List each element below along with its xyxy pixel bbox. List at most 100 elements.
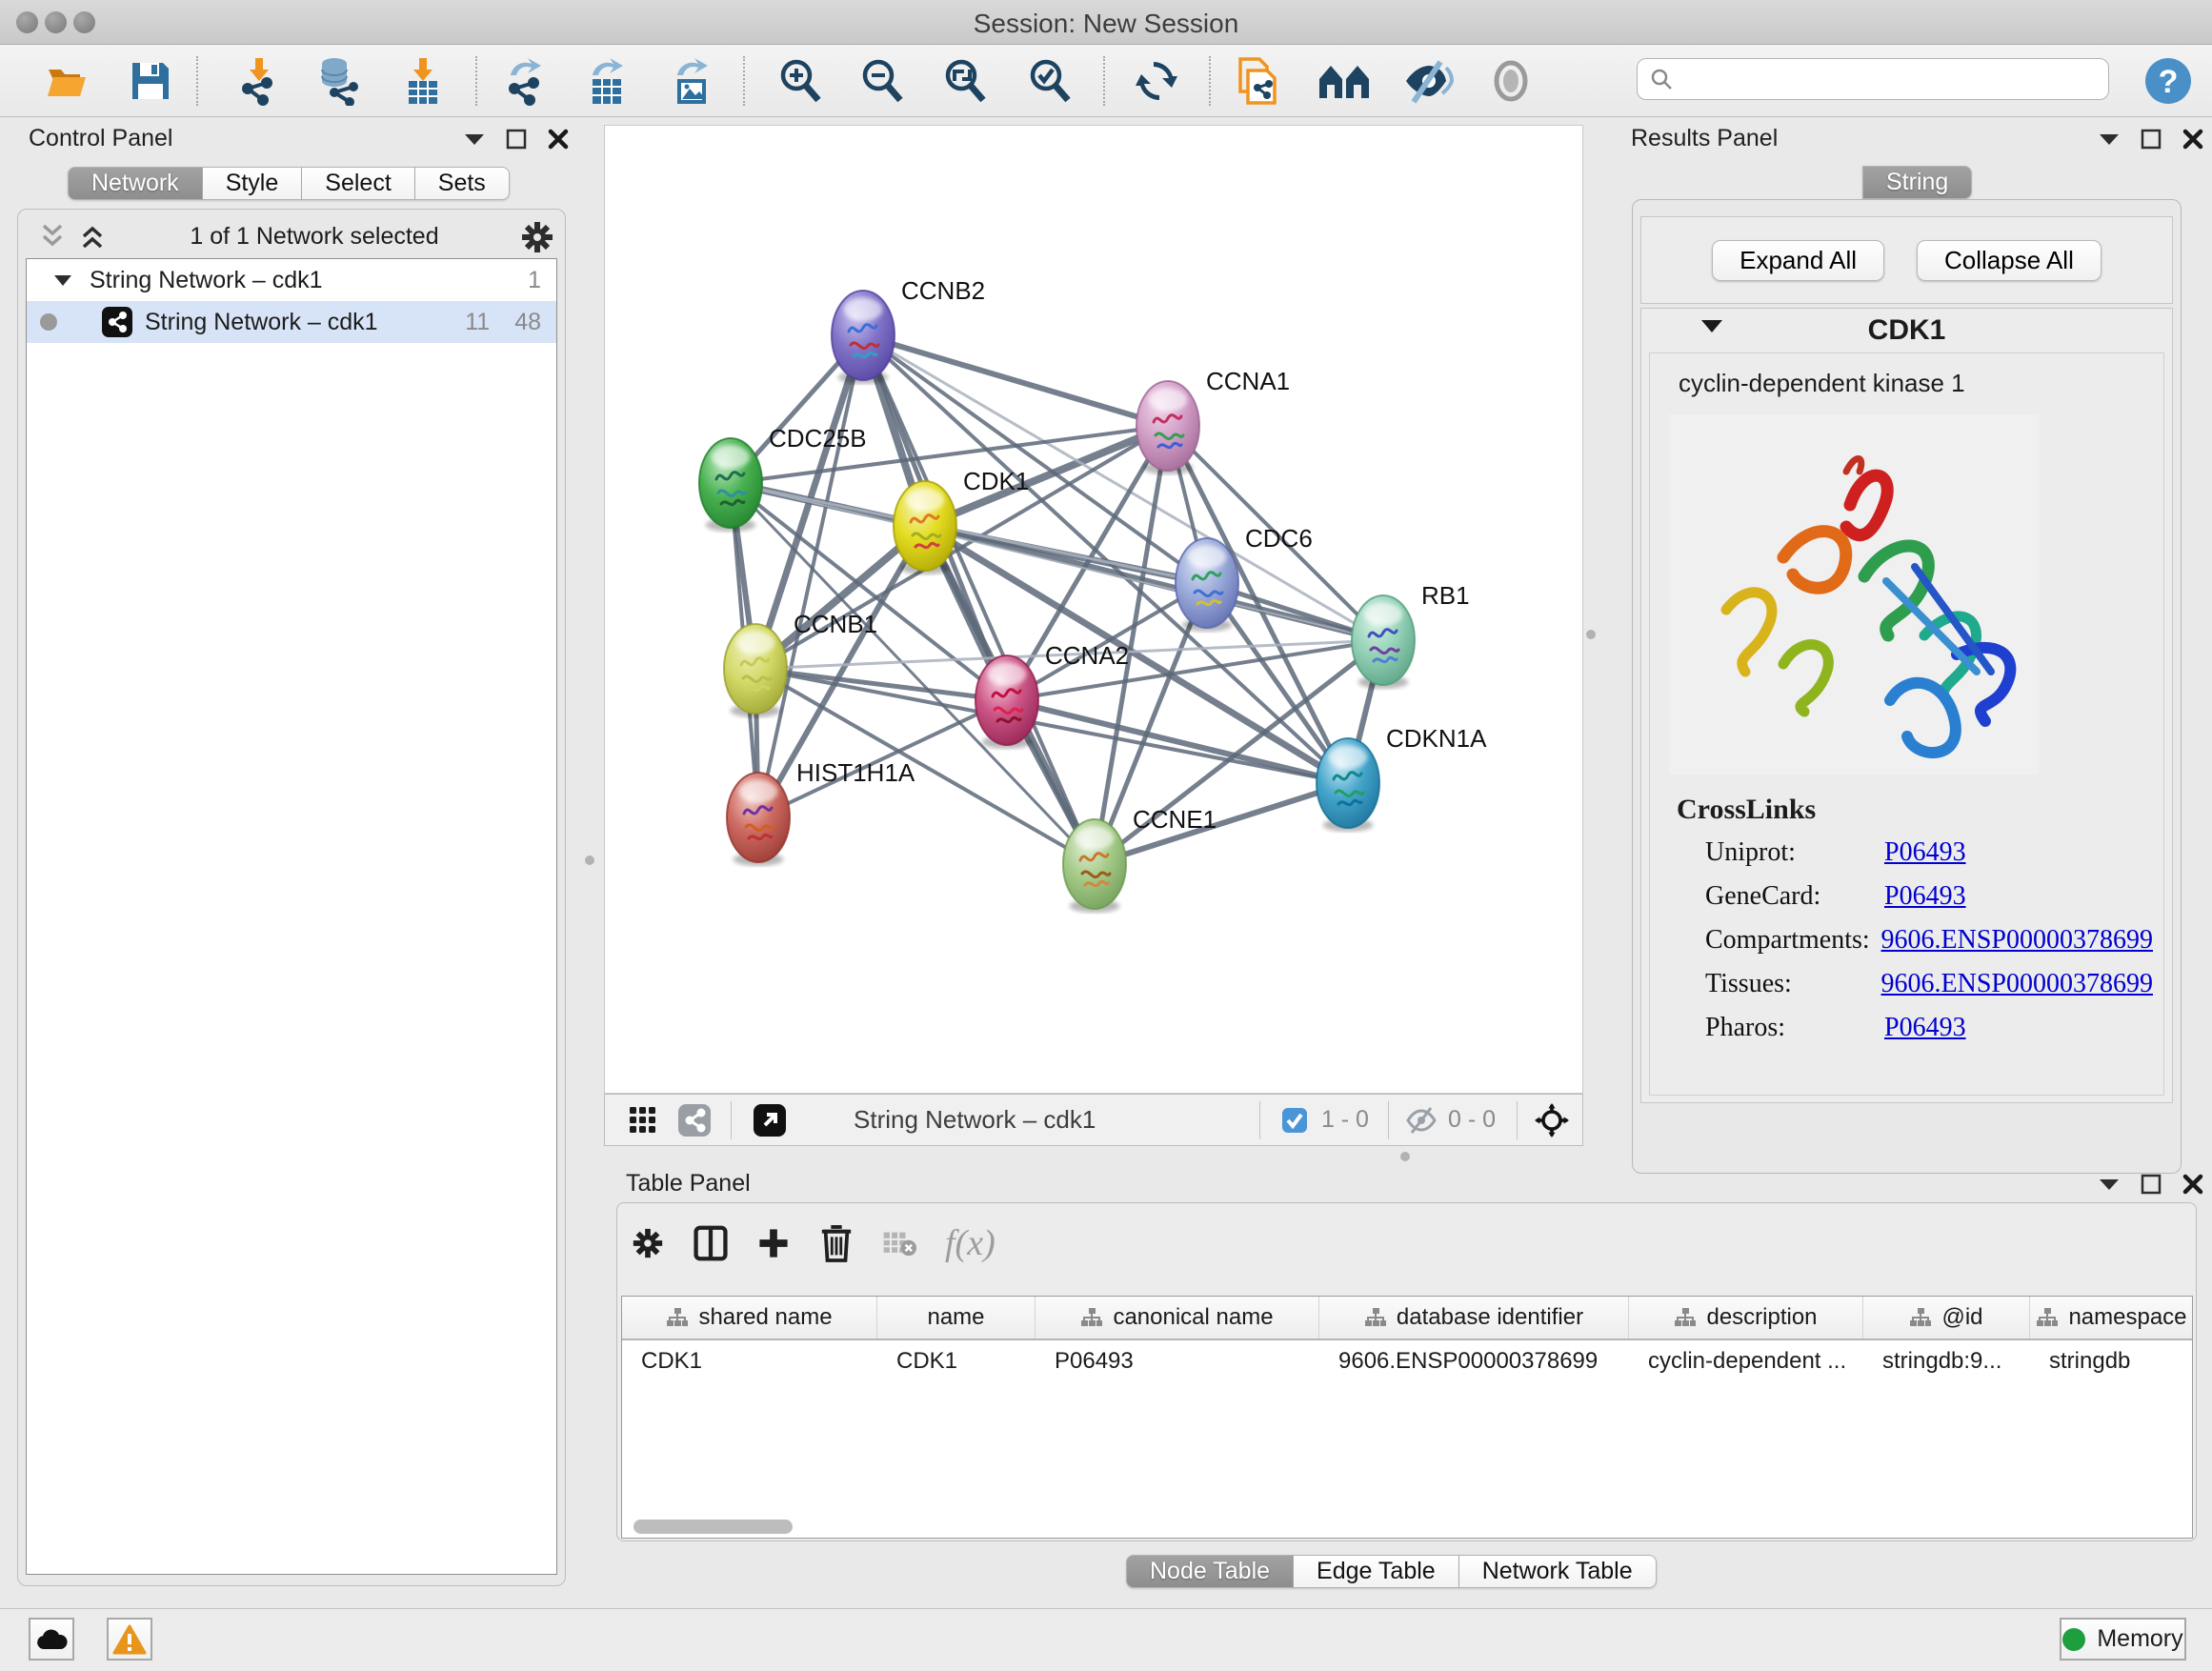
column-header-name[interactable]: name xyxy=(877,1297,1036,1339)
gene-symbol: CDK1 xyxy=(1641,314,2172,347)
tab-network[interactable]: Network xyxy=(68,167,203,200)
export-view-icon[interactable] xyxy=(753,1106,787,1135)
zoom-selected-button[interactable] xyxy=(1023,54,1076,108)
crosslink-link[interactable]: 9606.ENSP00000378699 xyxy=(1881,969,2153,1013)
add-column-plus-icon[interactable] xyxy=(756,1229,791,1258)
tab-sets[interactable]: Sets xyxy=(415,167,510,200)
column-header-description[interactable]: description xyxy=(1629,1297,1863,1339)
delete-column-trash-icon[interactable] xyxy=(819,1229,854,1258)
table-cell[interactable]: CDK1 xyxy=(877,1340,1036,1383)
refresh-view-button[interactable] xyxy=(1130,54,1183,108)
table-panel-close-icon[interactable] xyxy=(2176,1170,2210,1198)
network-node-CCNA2[interactable]: CCNA2 xyxy=(975,641,1129,749)
import-table-button[interactable] xyxy=(396,54,450,108)
protein-structure-image[interactable] xyxy=(1669,414,2039,775)
status-bar: Memory xyxy=(0,1608,2212,1671)
toolbar-search[interactable] xyxy=(1637,58,2109,100)
cloud-icon xyxy=(35,1628,68,1651)
results-panel-float-icon[interactable] xyxy=(2134,125,2168,153)
tab-style[interactable]: Style xyxy=(203,167,303,200)
right-splitter-handle[interactable] xyxy=(1586,630,1596,639)
cloud-status-button[interactable] xyxy=(29,1618,74,1661)
column-header-canonicalname[interactable]: canonical name xyxy=(1036,1297,1319,1339)
table-horizontal-scrollbar[interactable] xyxy=(633,1520,793,1534)
column-group-icon xyxy=(666,1307,689,1328)
results-panel-close-icon[interactable] xyxy=(2176,125,2210,153)
network-node-CDKN1A[interactable]: CDKN1A xyxy=(1317,724,1487,832)
zoom-fit-button[interactable] xyxy=(938,54,992,108)
center-view-crosshair-icon[interactable] xyxy=(1535,1106,1569,1135)
crosslink-link[interactable]: P06493 xyxy=(1884,837,1966,881)
table-cell[interactable]: CDK1 xyxy=(622,1340,877,1383)
column-header-namespace[interactable]: namespace xyxy=(2030,1297,2193,1339)
table-cell[interactable]: cyclin-dependent ... xyxy=(1629,1340,1863,1383)
show-grayed-button[interactable] xyxy=(1484,54,1538,108)
collapse-all-button[interactable]: Collapse All xyxy=(1917,240,2101,281)
column-header-databaseidentifier[interactable]: database identifier xyxy=(1319,1297,1629,1339)
tab-network-table[interactable]: Network Table xyxy=(1459,1555,1657,1588)
table-cell[interactable]: stringdb:9... xyxy=(1863,1340,2030,1383)
zoom-in-button[interactable] xyxy=(774,54,827,108)
control-panel-float-icon[interactable] xyxy=(499,125,533,153)
memory-button[interactable]: Memory xyxy=(2060,1618,2186,1661)
expand-all-button[interactable]: Expand All xyxy=(1712,240,1884,281)
table-panel-menu-icon[interactable] xyxy=(2092,1170,2126,1198)
network-row-selected[interactable]: String Network – cdk1 11 48 xyxy=(27,301,556,343)
tab-edge-table[interactable]: Edge Table xyxy=(1294,1555,1459,1588)
table-settings-gear-icon[interactable] xyxy=(631,1229,665,1258)
table-cell[interactable]: 9606.ENSP00000378699 xyxy=(1319,1340,1629,1383)
expand-all-networks-icon[interactable] xyxy=(78,223,107,250)
hidden-eye-slash-icon[interactable] xyxy=(1404,1106,1438,1135)
import-network-database-button[interactable] xyxy=(312,54,365,108)
birds-eye-grid-icon[interactable] xyxy=(626,1106,660,1135)
hide-selected-button[interactable] xyxy=(1401,54,1455,108)
crosslink-link[interactable]: P06493 xyxy=(1884,881,1966,925)
tab-select[interactable]: Select xyxy=(302,167,414,200)
network-node-RB1[interactable]: RB1 xyxy=(1352,581,1470,689)
crosslink-link[interactable]: 9606.ENSP00000378699 xyxy=(1881,925,2153,969)
edge-CCNB1-CCNA2[interactable] xyxy=(755,669,1007,700)
tab-node-table[interactable]: Node Table xyxy=(1126,1555,1294,1588)
import-network-file-button[interactable] xyxy=(231,54,285,108)
network-node-HIST1H1A[interactable]: HIST1H1A xyxy=(727,758,915,866)
table-panel-float-icon[interactable] xyxy=(2134,1170,2168,1198)
tab-string[interactable]: String xyxy=(1862,166,1972,199)
edge-CCNB2-CCNA1[interactable] xyxy=(863,335,1168,426)
network-canvas[interactable]: CCNB2CCNA1CDC25BCDK1CDC6RB1CCNB1CCNA2CDK… xyxy=(604,125,1583,1094)
network-options-gear-icon[interactable] xyxy=(519,219,555,255)
column-header-sharedname[interactable]: shared name xyxy=(622,1297,877,1339)
cybrowser-home-button[interactable] xyxy=(1317,54,1371,108)
network-node-CCNE1[interactable]: CCNE1 xyxy=(1063,805,1217,913)
function-builder-icon-disabled: f(x) xyxy=(945,1222,995,1264)
column-header-id[interactable]: @id xyxy=(1863,1297,2030,1339)
table-cell[interactable]: P06493 xyxy=(1036,1340,1319,1383)
column-group-icon xyxy=(1364,1307,1387,1328)
bottom-splitter-handle[interactable] xyxy=(1400,1152,1410,1161)
warning-status-button[interactable] xyxy=(107,1618,152,1661)
open-session-button[interactable] xyxy=(40,54,93,108)
network-node-CCNA1[interactable]: CCNA1 xyxy=(1136,367,1290,474)
new-network-from-selection-button[interactable] xyxy=(1233,54,1286,108)
table-cell[interactable]: stringdb xyxy=(2030,1340,2193,1383)
zoom-out-button[interactable] xyxy=(855,54,909,108)
crosslink-link[interactable]: P06493 xyxy=(1884,1013,1966,1057)
search-input[interactable] xyxy=(1674,66,2093,92)
network-collection-row[interactable]: String Network – cdk1 1 xyxy=(27,259,556,301)
control-panel-close-icon[interactable] xyxy=(541,125,575,153)
select-columns-icon[interactable] xyxy=(694,1229,728,1258)
selected-checkbox-icon[interactable] xyxy=(1277,1106,1312,1135)
export-table-button[interactable] xyxy=(580,54,633,108)
left-splitter-handle[interactable] xyxy=(585,856,594,865)
column-label: shared name xyxy=(698,1304,832,1331)
control-panel-menu-icon[interactable] xyxy=(457,125,492,153)
results-panel-menu-icon[interactable] xyxy=(2092,125,2126,153)
column-group-icon xyxy=(1674,1307,1697,1328)
table-row[interactable]: CDK1CDK1P064939606.ENSP00000378699cyclin… xyxy=(622,1340,2192,1383)
collection-expand-icon[interactable] xyxy=(53,273,72,287)
export-image-button[interactable] xyxy=(665,54,718,108)
collapse-all-networks-icon[interactable] xyxy=(38,223,67,250)
export-network-button[interactable] xyxy=(498,54,552,108)
help-button[interactable]: ? xyxy=(2142,54,2195,108)
network-share-icon[interactable] xyxy=(677,1106,712,1135)
save-session-button[interactable] xyxy=(124,54,177,108)
